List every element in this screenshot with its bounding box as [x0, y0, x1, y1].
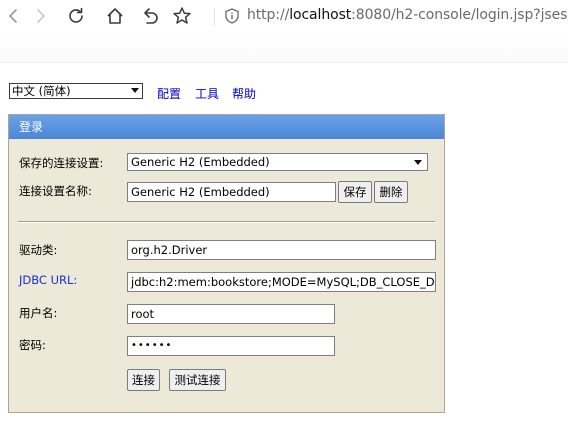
password-label: 密码: [19, 338, 46, 352]
url-text[interactable]: http://localhost:8080/h2-console/login.j… [247, 7, 567, 23]
link-settings[interactable]: 配置 [157, 85, 181, 102]
language-select-value: 中文 (简体) [12, 84, 71, 98]
bookmarks-bar [0, 34, 568, 63]
chevron-down-icon [414, 160, 422, 165]
driver-label: 驱动类: [19, 243, 58, 257]
back-icon[interactable] [0, 3, 26, 29]
setting-name-label: 连接设置名称: [19, 184, 92, 198]
connect-button[interactable]: 连接 [127, 369, 160, 391]
password-input[interactable]: •••••• [127, 336, 335, 356]
site-info-icon[interactable] [224, 8, 240, 28]
test-connection-button[interactable]: 测试连接 [169, 369, 226, 391]
link-help[interactable]: 帮助 [232, 85, 256, 102]
delete-button[interactable]: 删除 [374, 181, 408, 203]
address-bar[interactable]: http://localhost:8080/h2-console/login.j… [214, 0, 568, 33]
driver-input[interactable]: org.h2.Driver [127, 240, 436, 260]
url-host: localhost [289, 7, 352, 23]
address-separator [214, 8, 215, 26]
bookmark-star-icon[interactable] [169, 3, 195, 29]
browser-toolbar: http://localhost:8080/h2-console/login.j… [0, 0, 568, 34]
undo-icon[interactable] [137, 3, 163, 29]
setting-name-input[interactable]: Generic H2 (Embedded) [127, 182, 336, 202]
jdbc-url-input[interactable]: jdbc:h2:mem:bookstore;MODE=MySQL;DB_CLOS… [127, 272, 436, 292]
link-tools[interactable]: 工具 [195, 85, 219, 102]
username-input[interactable]: root [127, 304, 335, 324]
chevron-down-icon [131, 88, 139, 93]
saved-settings-label: 保存的连接设置: [19, 156, 104, 170]
reload-icon[interactable] [63, 3, 89, 29]
url-scheme: http:// [247, 7, 290, 23]
username-label: 用户名: [19, 306, 58, 320]
jdbc-url-label[interactable]: JDBC URL: [19, 273, 77, 287]
divider [18, 221, 435, 223]
url-path: :8080/h2-console/login.jsp?jsessionid= [351, 7, 567, 23]
save-button[interactable]: 保存 [338, 181, 372, 203]
home-icon[interactable] [102, 3, 128, 29]
saved-settings-select[interactable]: Generic H2 (Embedded) [127, 153, 428, 171]
saved-settings-value: Generic H2 (Embedded) [131, 155, 270, 169]
language-select[interactable]: 中文 (简体) [9, 83, 143, 99]
forward-icon[interactable] [28, 3, 54, 29]
panel-title: 登录 [9, 115, 444, 139]
login-panel: 登录 保存的连接设置: Generic H2 (Embedded) 连接设置名称… [8, 114, 445, 413]
